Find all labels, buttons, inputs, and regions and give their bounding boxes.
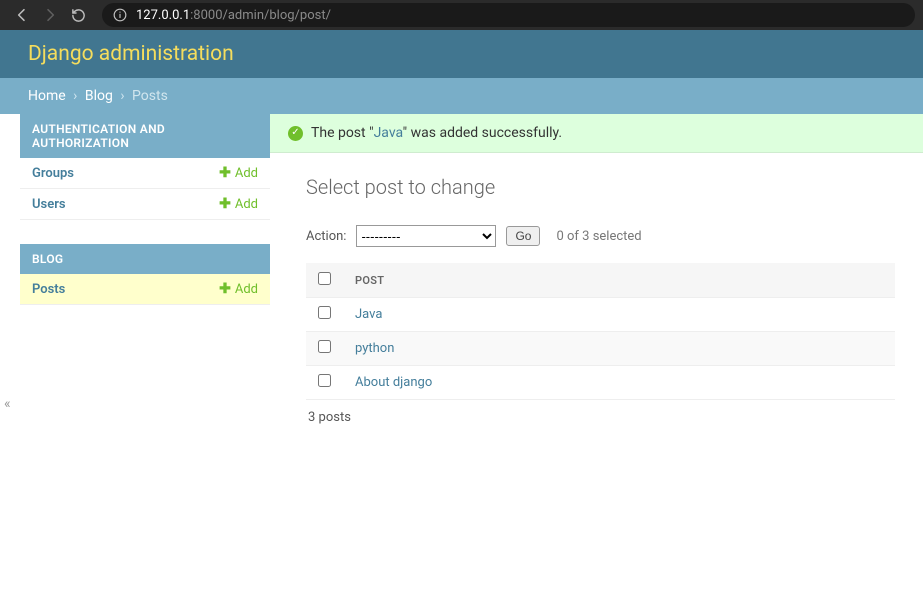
row-link[interactable]: About django <box>355 375 432 390</box>
success-icon: ✓ <box>288 126 303 141</box>
breadcrumb-current: Posts <box>132 88 168 104</box>
url-path: :8000/admin/blog/post/ <box>190 8 331 23</box>
site-title: Django administration <box>28 42 234 66</box>
plus-icon: ✚ <box>219 281 231 297</box>
sidebar-item-label: Posts <box>32 282 65 297</box>
action-label: Action: <box>306 229 346 244</box>
go-button[interactable]: Go <box>506 226 540 246</box>
paginator: 3 posts <box>306 400 895 435</box>
sidebar-item-users[interactable]: Users ✚ Add <box>20 189 270 220</box>
module-header-blog: BLOG <box>20 244 270 274</box>
breadcrumb: Home › Blog › Posts <box>0 78 923 114</box>
add-groups-link[interactable]: ✚ Add <box>219 165 258 181</box>
add-label: Add <box>235 166 258 181</box>
site-header: Django administration <box>0 30 923 78</box>
table-row: About django <box>306 366 895 400</box>
add-users-link[interactable]: ✚ Add <box>219 196 258 212</box>
success-text: The post "Java" was added successfully. <box>311 125 562 141</box>
breadcrumb-sep: › <box>120 88 124 104</box>
sidebar-item-label: Groups <box>32 166 74 181</box>
row-checkbox[interactable] <box>318 374 331 387</box>
actions-bar: Action: --------- Go 0 of 3 selected <box>306 225 895 247</box>
breadcrumb-sep: › <box>73 88 77 104</box>
row-link[interactable]: Java <box>355 307 382 322</box>
sidebar-item-posts[interactable]: Posts ✚ Add <box>20 274 270 305</box>
address-bar[interactable]: 127.0.0.1:8000/admin/blog/post/ <box>102 3 915 27</box>
breadcrumb-app[interactable]: Blog <box>85 88 113 104</box>
add-posts-link[interactable]: ✚ Add <box>219 281 258 297</box>
action-select[interactable]: --------- <box>356 225 496 247</box>
row-link[interactable]: python <box>355 341 394 356</box>
select-all-header <box>306 263 343 298</box>
add-label: Add <box>235 197 258 212</box>
sidebar-module-auth: AUTHENTICATION AND AUTHORIZATION Groups … <box>20 114 270 220</box>
selection-counter: 0 of 3 selected <box>556 229 641 244</box>
table-row: Java <box>306 298 895 332</box>
sidebar-collapse-handle[interactable]: « <box>4 396 11 412</box>
success-link[interactable]: Java <box>374 125 403 141</box>
module-header-auth: AUTHENTICATION AND AUTHORIZATION <box>20 114 270 158</box>
sidebar-module-blog: BLOG Posts ✚ Add <box>20 244 270 305</box>
sidebar-item-label: Users <box>32 197 66 212</box>
select-all-checkbox[interactable] <box>318 272 331 285</box>
sidebar-item-groups[interactable]: Groups ✚ Add <box>20 158 270 189</box>
url-host: 127.0.0.1 <box>136 8 190 23</box>
forward-button[interactable] <box>36 1 64 29</box>
row-checkbox[interactable] <box>318 306 331 319</box>
sidebar: AUTHENTICATION AND AUTHORIZATION Groups … <box>20 114 270 329</box>
add-label: Add <box>235 282 258 297</box>
site-info-icon[interactable] <box>112 7 128 23</box>
changelist-table: POST Java python About django <box>306 263 895 400</box>
column-header-post[interactable]: POST <box>343 263 895 298</box>
main-content: ✓ The post "Java" was added successfully… <box>270 114 923 453</box>
breadcrumb-home[interactable]: Home <box>28 88 66 104</box>
browser-toolbar: 127.0.0.1:8000/admin/blog/post/ <box>0 0 923 30</box>
page-title: Select post to change <box>306 175 895 199</box>
table-row: python <box>306 332 895 366</box>
row-checkbox[interactable] <box>318 340 331 353</box>
success-message: ✓ The post "Java" was added successfully… <box>270 114 923 153</box>
plus-icon: ✚ <box>219 196 231 212</box>
reload-button[interactable] <box>64 1 92 29</box>
back-button[interactable] <box>8 1 36 29</box>
plus-icon: ✚ <box>219 165 231 181</box>
